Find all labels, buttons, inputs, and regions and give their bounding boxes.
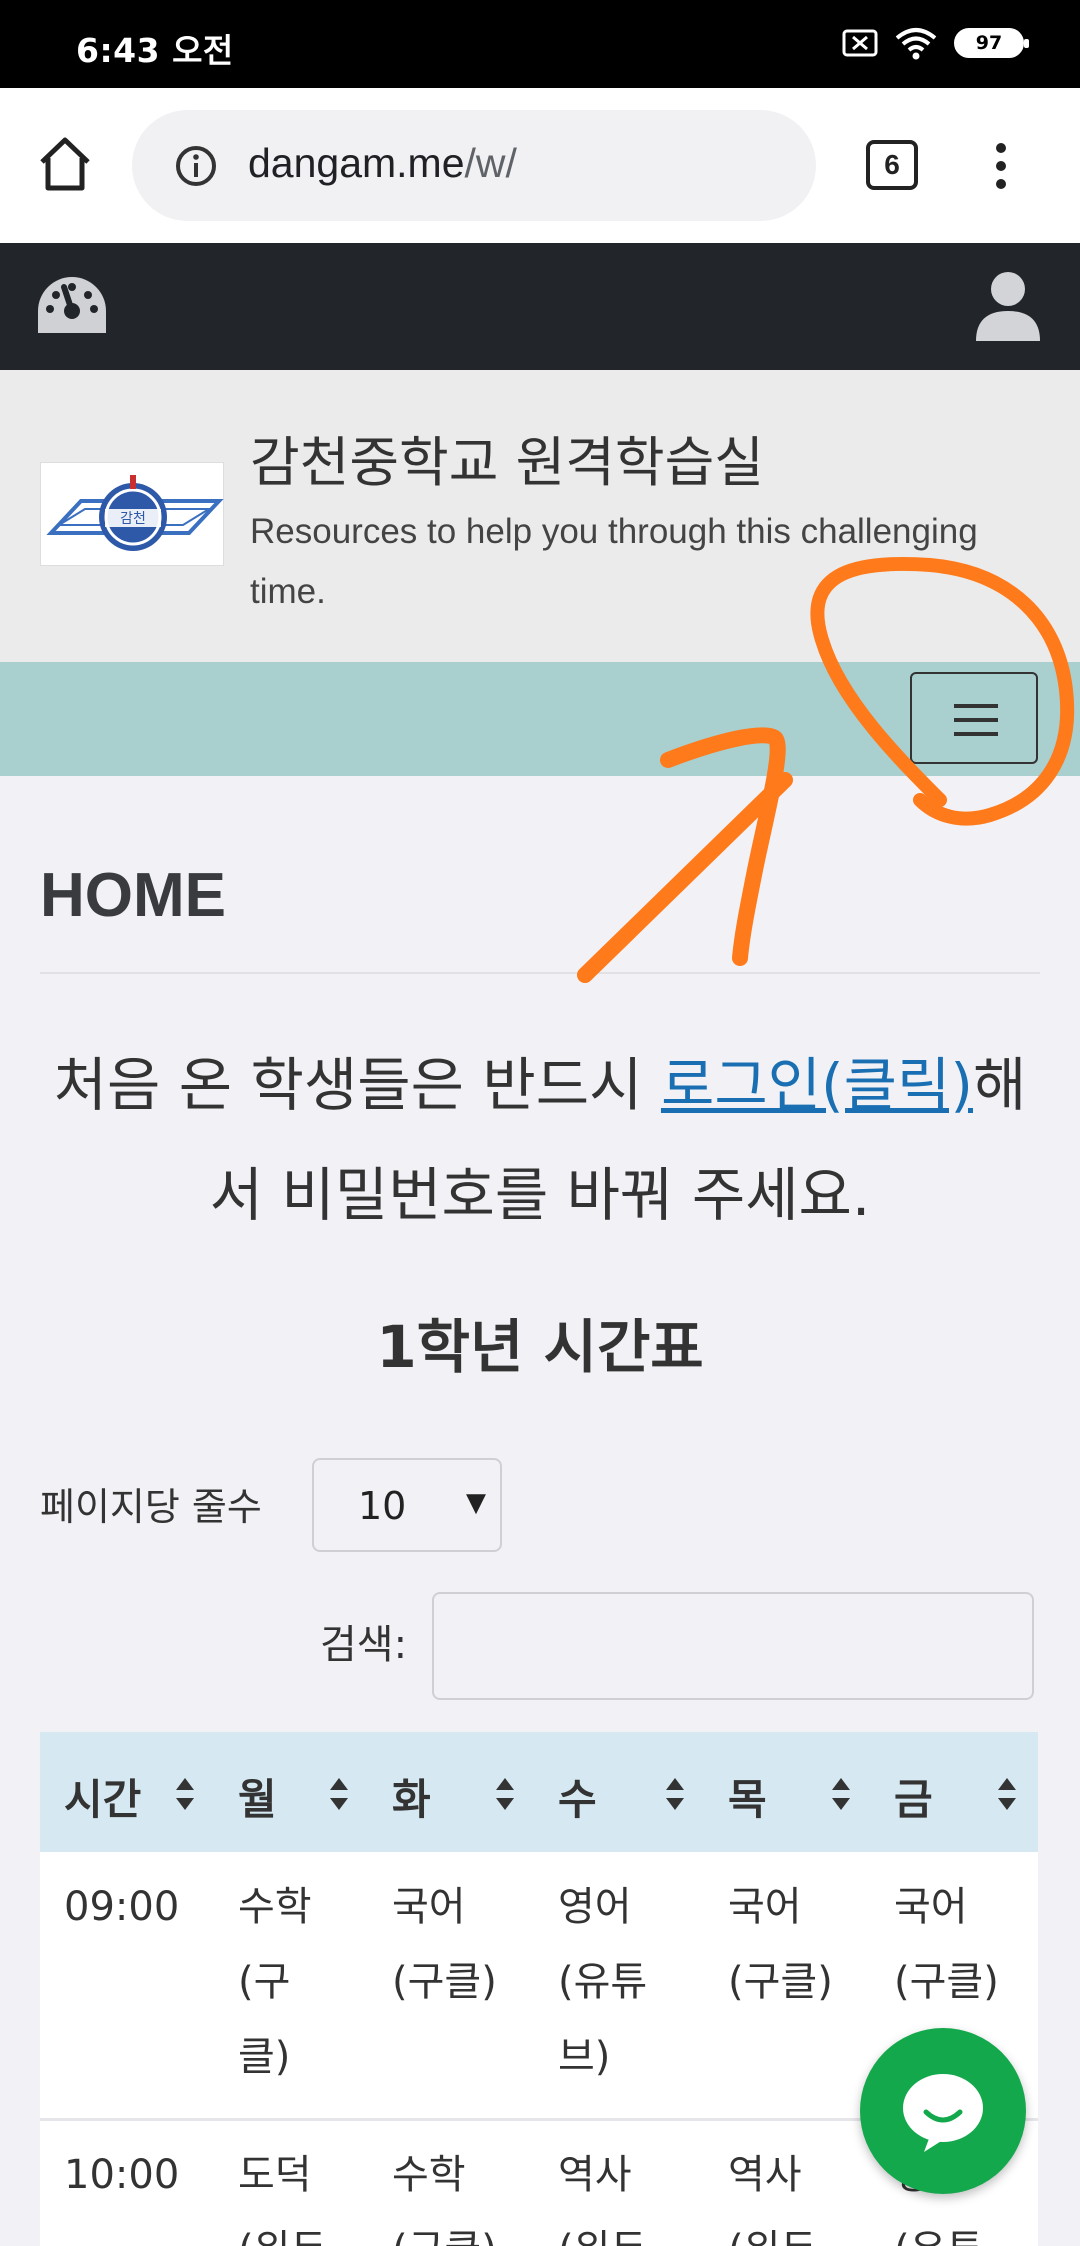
column-header-time[interactable]: 시간 bbox=[64, 1766, 141, 1827]
column-header-thu[interactable]: 목 bbox=[728, 1766, 767, 1827]
table-header: 시간 월 화 수 목 금 bbox=[40, 1732, 1038, 1852]
sort-icon[interactable] bbox=[830, 1776, 852, 1812]
site-tagline: Resources to help you through this chall… bbox=[250, 512, 978, 611]
url-text[interactable]: dangam.me/w/ bbox=[248, 140, 517, 187]
timetable-title: 1학년 시간표 bbox=[376, 1313, 704, 1381]
page-length-select[interactable]: 10 ▼ bbox=[312, 1458, 502, 1552]
hamburger-line-icon bbox=[954, 704, 998, 708]
hamburger-line-icon bbox=[954, 718, 998, 722]
column-header-tue[interactable]: 화 bbox=[392, 1766, 431, 1827]
svg-text:감천: 감천 bbox=[120, 511, 146, 527]
address-bar[interactable]: dangam.me/w/ bbox=[132, 110, 816, 221]
school-logo[interactable]: 감천 bbox=[40, 462, 224, 566]
cell-tue: 국어 (구클) bbox=[392, 1884, 497, 2005]
nav-bar bbox=[0, 662, 1080, 776]
hamburger-line-icon bbox=[954, 732, 998, 736]
status-icons: 97 bbox=[842, 26, 1029, 60]
user-account-icon[interactable] bbox=[972, 269, 1044, 345]
cell-thu: 역사(위두 bbox=[728, 2152, 817, 2246]
sort-icon[interactable] bbox=[664, 1776, 686, 1812]
tab-switcher-button[interactable]: 6 bbox=[866, 140, 918, 190]
sort-icon[interactable] bbox=[494, 1776, 516, 1812]
site-title[interactable]: 감천중학교 원격학습실 bbox=[250, 418, 764, 497]
sort-icon[interactable] bbox=[328, 1776, 350, 1812]
sort-icon[interactable] bbox=[174, 1776, 196, 1812]
dropdown-arrow-icon: ▼ bbox=[466, 1488, 486, 1518]
notice-text: 처음 온 학생들은 반드시 bbox=[53, 1051, 661, 1119]
browser-toolbar: dangam.me/w/ 6 bbox=[0, 88, 1080, 243]
search-label: 검색: bbox=[320, 1622, 408, 1668]
cell-fri: 국어 (구클) bbox=[894, 1884, 999, 2005]
school-emblem-icon: 감천 bbox=[46, 475, 224, 551]
site-navbar bbox=[0, 243, 1080, 370]
more-menu-icon[interactable] bbox=[986, 140, 1016, 192]
battery-icon: 97 bbox=[954, 28, 1029, 58]
divider bbox=[40, 972, 1040, 974]
wifi-icon bbox=[895, 28, 937, 60]
cell-mon: 도덕(위두 bbox=[238, 2152, 327, 2246]
search-input[interactable] bbox=[432, 1592, 1034, 1700]
page-length-label: 페이지당 줄수 bbox=[40, 1485, 262, 1529]
login-link[interactable]: 로그인(클릭) bbox=[661, 1051, 973, 1119]
dashboard-icon[interactable] bbox=[34, 273, 110, 343]
page-title: HOME bbox=[40, 861, 226, 930]
hamburger-menu-button[interactable] bbox=[910, 672, 1038, 764]
chat-bubble-icon bbox=[903, 2074, 983, 2152]
column-header-mon[interactable]: 월 bbox=[238, 1766, 277, 1827]
cell-tue: 수학(구클) bbox=[392, 2152, 497, 2246]
cell-mon: 수학 (구 클) bbox=[238, 1884, 312, 2080]
column-header-wed[interactable]: 수 bbox=[558, 1766, 597, 1827]
cell-wed: 영어 (유튜 브) bbox=[558, 1884, 648, 2080]
login-notice: 처음 온 학생들은 반드시 로그인(클릭)해서 비밀번호를 바꿔 주세요. bbox=[40, 1030, 1040, 1250]
info-icon[interactable] bbox=[174, 144, 218, 188]
home-icon[interactable] bbox=[36, 134, 94, 194]
page-length-value: 10 bbox=[358, 1484, 407, 1528]
status-bar: 6:43 오전 97 bbox=[0, 0, 1080, 88]
site-header: 감천 감천중학교 원격학습실 Resources to help you thr… bbox=[0, 370, 1080, 662]
cell-wed: 역사(위두 bbox=[558, 2152, 647, 2246]
no-sim-icon bbox=[842, 29, 878, 57]
screen: 6:43 오전 97 dangam.me/w/ 6 감천 감천중학교 원격학습실… bbox=[0, 0, 1080, 2246]
battery-level: 97 bbox=[975, 32, 1003, 54]
column-header-fri[interactable]: 금 bbox=[894, 1766, 933, 1827]
sort-icon[interactable] bbox=[996, 1776, 1018, 1812]
chat-button[interactable] bbox=[860, 2028, 1026, 2194]
cell-thu: 국어 (구클) bbox=[728, 1884, 833, 2005]
status-time: 6:43 오전 bbox=[76, 31, 234, 70]
cell-time: 10:00 bbox=[64, 2152, 180, 2198]
cell-time: 09:00 bbox=[64, 1884, 180, 1930]
